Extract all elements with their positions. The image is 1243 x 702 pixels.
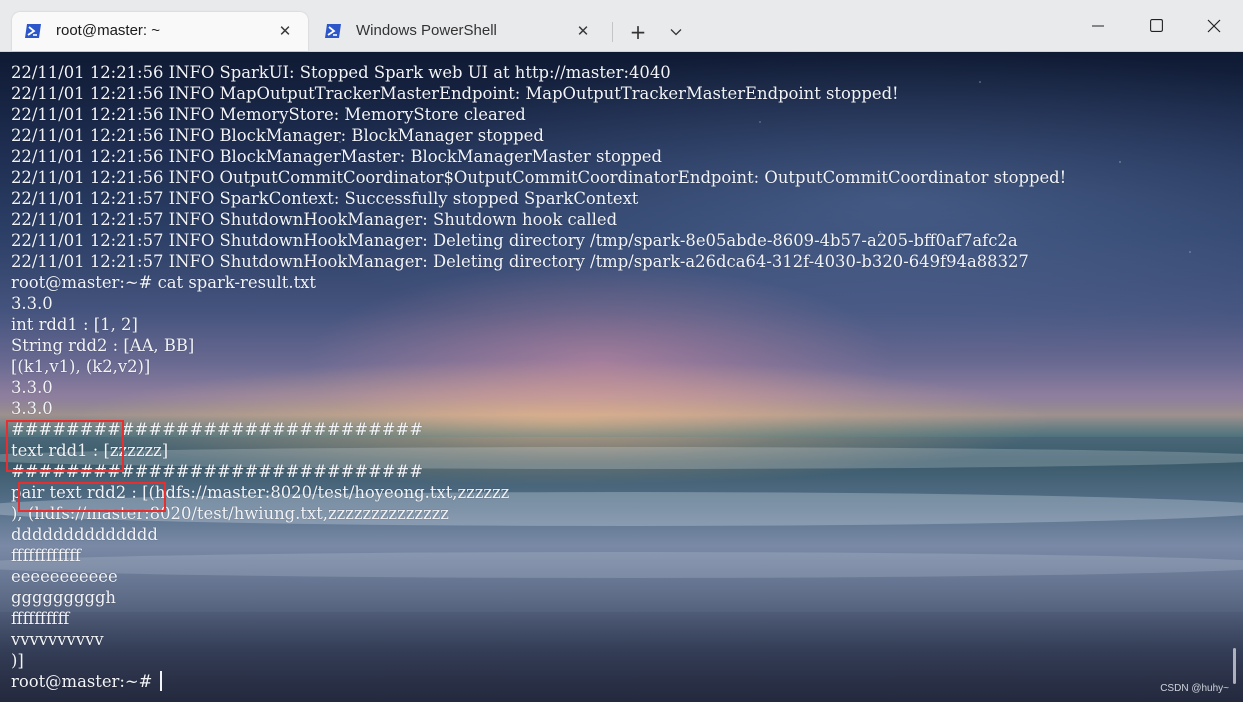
highlight-box-text-rdd1: [6, 420, 124, 472]
terminal-line: 22/11/01 12:21:57 INFO SparkContext: Suc…: [11, 189, 639, 208]
tab-label: root@master: ~: [56, 22, 161, 39]
terminal-line: [(k1,v1), (k2,v2)]: [11, 357, 151, 376]
close-icon: [1207, 19, 1221, 32]
terminal-window: root@master: ~ ✕ Windows PowerShell ✕ +: [0, 0, 1243, 702]
terminal-line: )]: [11, 651, 24, 670]
terminal-line: ##############################: [11, 462, 424, 481]
maximize-button[interactable]: [1127, 0, 1185, 51]
terminal-line: 22/11/01 12:21:56 INFO MapOutputTrackerM…: [11, 84, 899, 103]
tab-divider: [612, 22, 613, 42]
text-cursor: [160, 671, 162, 691]
terminal-line: 3.3.0: [11, 294, 53, 313]
tab-root-master[interactable]: root@master: ~ ✕: [12, 12, 308, 51]
terminal-line: eeeeeeeeeee: [11, 567, 118, 586]
chevron-down-icon: [670, 29, 682, 36]
terminal-line: 3.3.0: [11, 378, 53, 397]
terminal-line: ffffffffff: [11, 609, 70, 628]
terminal-line: 22/11/01 12:21:57 INFO ShutdownHookManag…: [11, 231, 1018, 250]
highlight-box-pair-text-rdd2: [18, 482, 166, 512]
terminal-line: 22/11/01 12:21:56 INFO BlockManager: Blo…: [11, 126, 544, 145]
tab-windows-powershell[interactable]: Windows PowerShell ✕: [314, 12, 606, 51]
terminal-line: root@master:~#: [11, 672, 158, 691]
terminal-line: 22/11/01 12:21:56 INFO BlockManagerMaste…: [11, 147, 662, 166]
powershell-icon: [325, 24, 341, 38]
terminal-line: 22/11/01 12:21:56 INFO OutputCommitCoord…: [11, 168, 1067, 187]
title-bar: root@master: ~ ✕ Windows PowerShell ✕ +: [0, 0, 1243, 52]
tab-close-icon[interactable]: ✕: [572, 20, 594, 42]
terminal-pane[interactable]: 22/11/01 12:21:56 INFO SparkUI: Stopped …: [0, 52, 1243, 702]
terminal-line: int rdd1 : [1, 2]: [11, 315, 138, 334]
minimize-button[interactable]: [1069, 0, 1127, 51]
powershell-icon: [25, 24, 41, 38]
watermark-text: CSDN @huhy~: [1160, 683, 1229, 694]
maximize-icon: [1149, 19, 1163, 32]
terminal-line: pair text rdd2 : [(hdfs://master:8020/te…: [11, 483, 510, 502]
terminal-line: vvvvvvvvvv: [11, 630, 104, 649]
terminal-scrollbar[interactable]: [1233, 648, 1236, 684]
terminal-line: ffffffffffff: [11, 546, 81, 565]
close-window-button[interactable]: [1185, 0, 1243, 51]
terminal-line: root@master:~# cat spark-result.txt: [11, 273, 316, 292]
terminal-line: String rdd2 : [AA, BB]: [11, 336, 195, 355]
new-tab-button[interactable]: +: [624, 18, 652, 46]
tab-label: Windows PowerShell: [356, 22, 497, 39]
terminal-output: 22/11/01 12:21:56 INFO SparkUI: Stopped …: [11, 62, 1066, 692]
terminal-line: gggggggggh: [11, 588, 116, 607]
terminal-line: 22/11/01 12:21:57 INFO ShutdownHookManag…: [11, 252, 1029, 271]
minimize-icon: [1092, 25, 1104, 26]
tab-close-icon[interactable]: ✕: [274, 20, 296, 42]
terminal-line: text rdd1 : [zzzzzz]: [11, 441, 169, 460]
terminal-line: dddddddddddddd: [11, 525, 158, 544]
terminal-line: 3.3.0: [11, 399, 53, 418]
terminal-line: 22/11/01 12:21:57 INFO ShutdownHookManag…: [11, 210, 618, 229]
terminal-line: 22/11/01 12:21:56 INFO SparkUI: Stopped …: [11, 63, 671, 82]
terminal-line: ##############################: [11, 420, 424, 439]
terminal-line: 22/11/01 12:21:56 INFO MemoryStore: Memo…: [11, 105, 526, 124]
terminal-line: ), (hdfs://master:8020/test/hwiung.txt,z…: [11, 504, 449, 523]
tab-dropdown-button[interactable]: [662, 18, 690, 46]
